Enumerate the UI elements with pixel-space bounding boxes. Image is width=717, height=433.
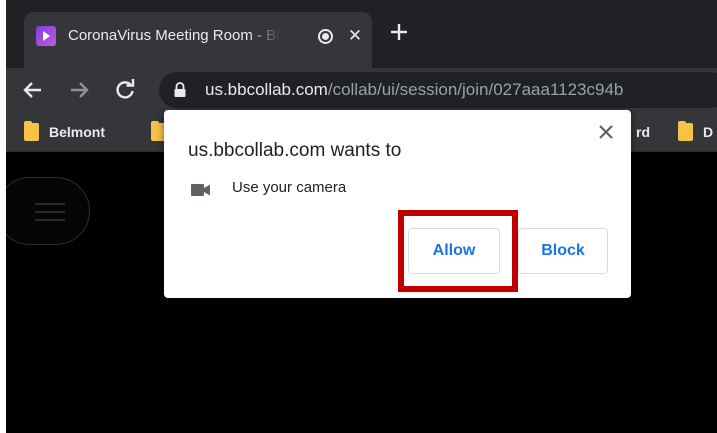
bookmark-d[interactable]: D [678, 121, 714, 142]
annotation-highlight-box [398, 210, 518, 292]
address-bar[interactable]: us.bbcollab.com/collab/ui/session/join/0… [159, 72, 717, 108]
tab-strip: CoronaVirus Meeting Room - Blackboard Co… [6, 0, 717, 68]
folder-icon [24, 121, 39, 141]
url-text[interactable]: us.bbcollab.com/collab/ui/session/join/0… [205, 80, 623, 100]
lock-icon[interactable] [173, 82, 187, 98]
recording-icon [318, 29, 333, 44]
hamburger-icon [35, 203, 65, 221]
close-icon[interactable] [594, 120, 618, 144]
reload-icon[interactable] [112, 77, 138, 103]
close-tab-icon[interactable]: ✕ [344, 25, 366, 47]
bookmark-label: Belmont [49, 124, 105, 140]
back-arrow-icon[interactable] [20, 77, 46, 103]
url-path: /collab/ui/session/join/027aaa1123c94b [327, 80, 624, 99]
tab-title: CoronaVirus Meeting Room - Blackboard Co… [68, 27, 280, 44]
collaborate-logo-icon [36, 26, 56, 46]
tab-active[interactable]: CoronaVirus Meeting Room - Blackboard Co… [24, 12, 372, 68]
menu-button[interactable] [6, 177, 90, 245]
bookmark-label: D [703, 124, 714, 140]
bookmark-belmont[interactable]: Belmont [24, 121, 105, 142]
camera-icon [191, 183, 211, 196]
bookmark-rd[interactable]: rd [636, 122, 650, 142]
popup-title: us.bbcollab.com wants to [188, 140, 402, 161]
url-host: us.bbcollab.com [205, 80, 328, 99]
block-button[interactable]: Block [518, 228, 608, 274]
plus-icon[interactable] [387, 20, 411, 44]
browser-toolbar: us.bbcollab.com/collab/ui/session/join/0… [6, 68, 717, 112]
forward-arrow-icon[interactable] [66, 77, 92, 103]
bookmark-label: rd [636, 124, 650, 140]
permission-label: Use your camera [232, 179, 347, 196]
folder-icon [678, 121, 693, 141]
